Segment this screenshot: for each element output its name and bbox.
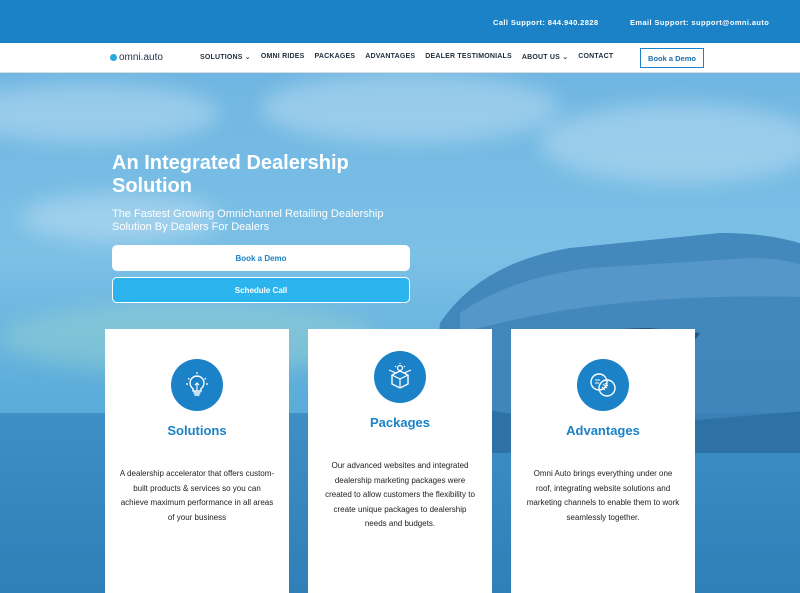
nav-menu: SOLUTIONS ⌄ OMNI RIDES PACKAGES ADVANTAG…: [200, 53, 613, 61]
cloud-shape: [0, 83, 220, 143]
nav-item-omni-rides[interactable]: OMNI RIDES: [261, 53, 305, 61]
hero-schedule-call-button[interactable]: Schedule Call: [112, 277, 410, 303]
card-solutions: Solutions A dealership accelerator that …: [105, 329, 289, 593]
card-advantages: Advantages Omni Auto brings everything u…: [511, 329, 695, 593]
logo-text: omni.auto: [119, 52, 163, 63]
card-packages: Packages Our advanced websites and integ…: [308, 329, 492, 593]
card-title: Solutions: [167, 423, 227, 438]
nav-item-contact[interactable]: CONTACT: [578, 53, 613, 61]
logo-mark-icon: [110, 54, 117, 61]
card-description: A dealership accelerator that offers cus…: [119, 469, 275, 522]
venn-diagram-icon: [577, 359, 629, 411]
card-title: Packages: [370, 415, 430, 430]
card-title: Advantages: [566, 423, 640, 438]
chevron-down-icon: ⌄: [244, 54, 251, 61]
nav-item-advantages[interactable]: ADVANTAGES: [365, 53, 415, 61]
hero-book-demo-button[interactable]: Book a Demo: [112, 245, 410, 271]
main-navigation: omni.auto SOLUTIONS ⌄ OMNI RIDES PACKAGE…: [0, 43, 800, 73]
hero-title: An Integrated Dealership Solution: [112, 152, 349, 197]
nav-item-dealer-testimonials[interactable]: DEALER TESTIMONIALS: [425, 53, 512, 61]
nav-item-solutions[interactable]: SOLUTIONS ⌄: [200, 53, 251, 61]
card-description: Omni Auto brings everything under one ro…: [526, 469, 680, 522]
email-support-text[interactable]: Email Support: support@omni.auto: [630, 18, 769, 27]
call-support-text[interactable]: Call Support: 844.940.2828: [493, 18, 598, 27]
nav-book-demo-button[interactable]: Book a Demo: [640, 48, 704, 68]
nav-item-packages[interactable]: PACKAGES: [315, 53, 356, 61]
lightbulb-icon: [171, 359, 223, 411]
hero-subtitle: The Fastest Growing Omnichannel Retailin…: [112, 208, 384, 233]
top-contact-bar: Call Support: 844.940.2828 Email Support…: [0, 0, 800, 43]
chevron-down-icon: ⌄: [562, 54, 569, 61]
cloud-shape: [540, 103, 800, 183]
logo[interactable]: omni.auto: [110, 52, 163, 63]
package-box-icon: [374, 351, 426, 403]
cloud-shape: [260, 73, 560, 143]
card-description: Our advanced websites and integrated dea…: [325, 461, 475, 528]
nav-item-about-us[interactable]: ABOUT US ⌄: [522, 53, 568, 61]
